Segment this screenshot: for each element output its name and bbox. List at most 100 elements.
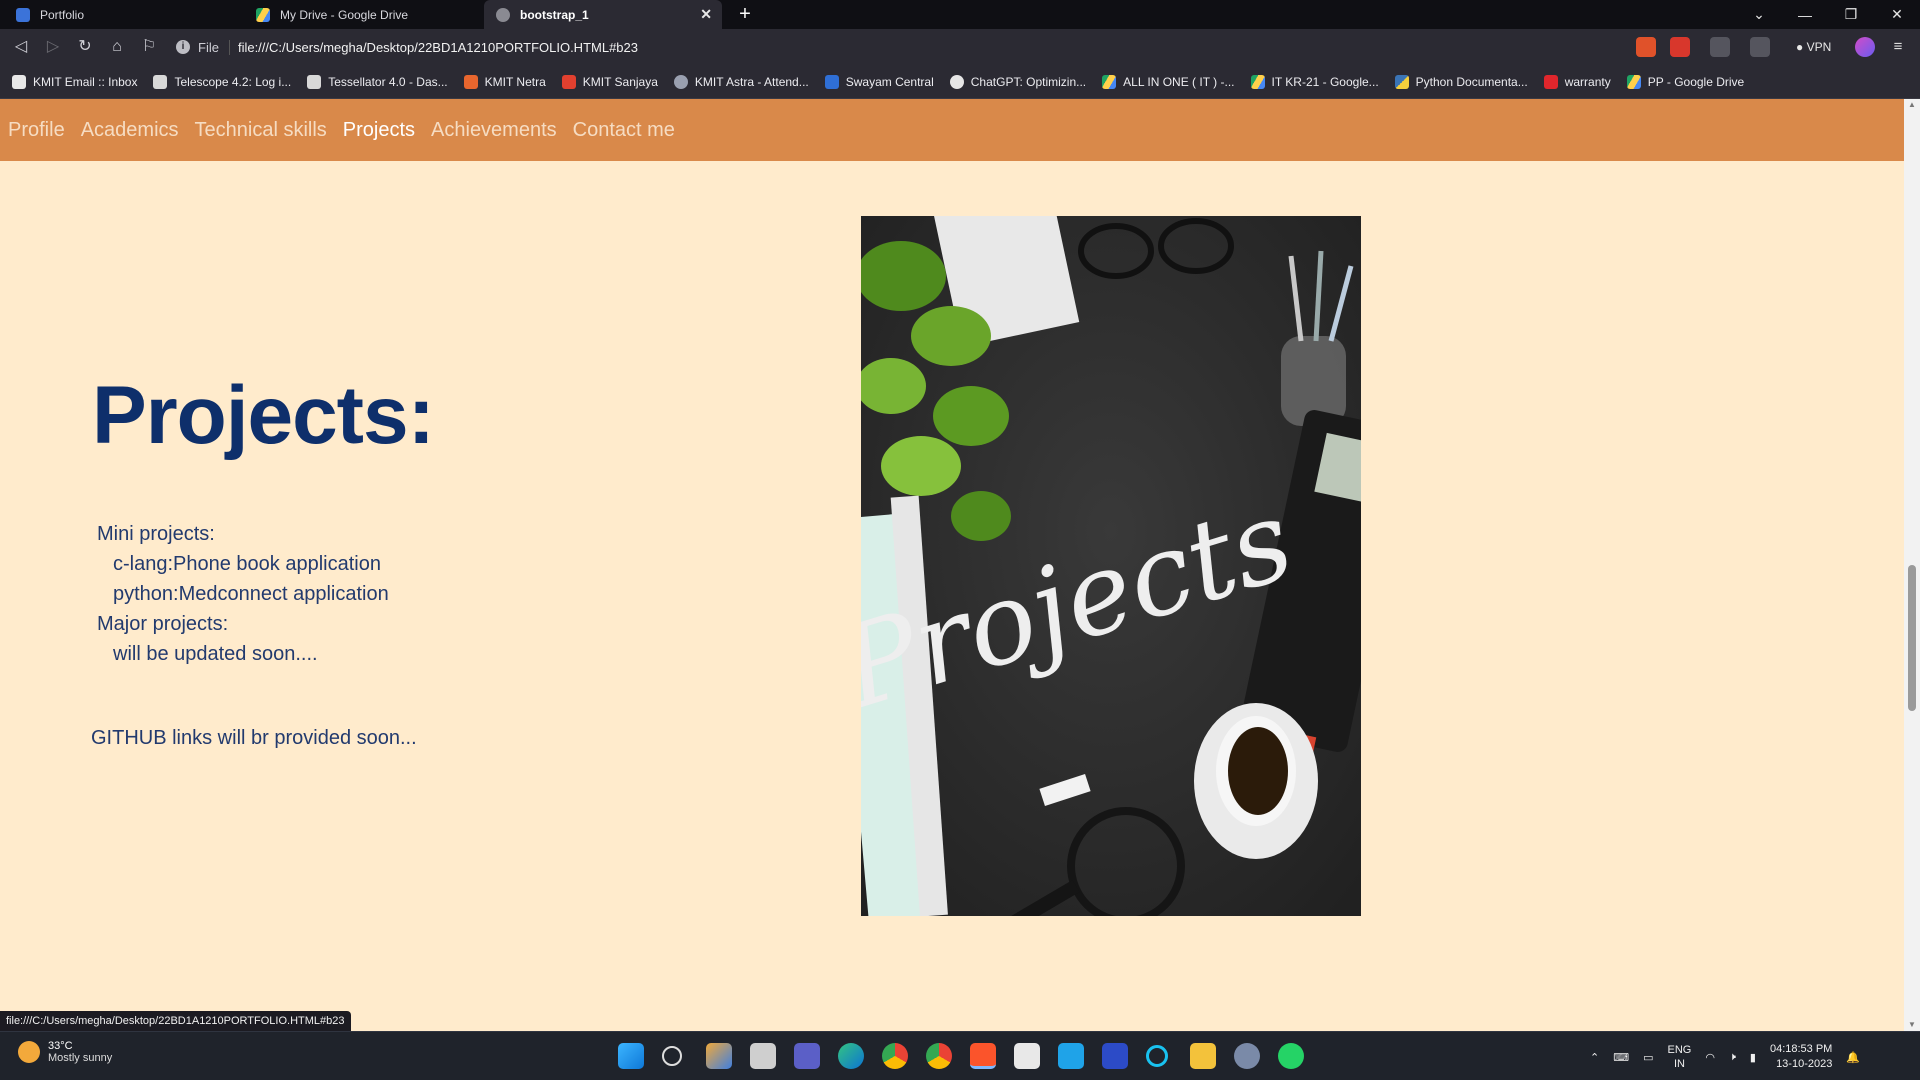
github-note: GITHUB links will br provided soon...: [91, 727, 417, 749]
site-info-icon[interactable]: i: [176, 40, 190, 54]
teams-icon[interactable]: [794, 1043, 820, 1069]
bookmark-item[interactable]: KMIT Astra - Attend...: [673, 74, 809, 89]
back-icon[interactable]: ◁: [10, 36, 32, 58]
bookmark-item[interactable]: warranty: [1543, 74, 1611, 89]
address-bar[interactable]: i File file:///C:/Users/megha/Desktop/22…: [176, 34, 1636, 60]
mini-project-item: python:Medconnect application: [113, 583, 389, 605]
close-tab-icon[interactable]: ✕: [700, 6, 712, 23]
volume-icon[interactable]: 🕨: [1729, 1051, 1736, 1064]
chrome-profile-icon[interactable]: [926, 1043, 952, 1069]
menu-icon[interactable]: ≡: [1888, 37, 1908, 57]
cortana-icon[interactable]: [1146, 1045, 1168, 1067]
browser-toolbar: ◁ ▷ ↻ ⌂ ⚐ i File file:///C:/Users/megha/…: [0, 29, 1920, 65]
bookmark-item[interactable]: KMIT Sanjaya: [561, 74, 658, 89]
task-view-icon[interactable]: [750, 1043, 776, 1069]
tab-search-chevron-icon[interactable]: ⌄: [1736, 0, 1782, 29]
nav-achievements[interactable]: Achievements: [431, 119, 557, 142]
store-icon[interactable]: [1014, 1043, 1040, 1069]
sidebar-toggle-icon[interactable]: [1710, 37, 1730, 57]
nav-technical-skills[interactable]: Technical skills: [195, 119, 327, 142]
brave-icon[interactable]: [970, 1043, 996, 1069]
clock-date: 13-10-2023: [1776, 1058, 1833, 1070]
search-icon[interactable]: [662, 1046, 682, 1066]
bookmark-item[interactable]: ALL IN ONE ( IT ) -...: [1102, 74, 1235, 89]
weather-widget[interactable]: 33°C Mostly sunny: [18, 1040, 112, 1064]
language-indicator[interactable]: ENG IN: [1668, 1043, 1692, 1071]
nav-academics[interactable]: Academics: [81, 119, 179, 142]
home-icon[interactable]: ⌂: [106, 36, 128, 58]
google-drive-icon: [256, 7, 270, 22]
reload-icon[interactable]: ↻: [74, 36, 96, 58]
restore-button[interactable]: ❐: [1828, 0, 1874, 29]
mini-projects-heading: Mini projects:: [97, 523, 215, 545]
weather-condition: Mostly sunny: [48, 1052, 113, 1064]
edge-icon[interactable]: [838, 1043, 864, 1069]
swayam-icon: [824, 74, 839, 89]
scroll-down-arrow-icon[interactable]: ▼: [1904, 1019, 1920, 1031]
nav-projects[interactable]: Projects: [343, 119, 415, 142]
wifi-icon[interactable]: ◠: [1705, 1051, 1715, 1064]
bookmark-icon[interactable]: ⚐: [138, 36, 160, 58]
minimize-button[interactable]: —: [1782, 0, 1828, 29]
clock[interactable]: 04:18:53 PM 13-10-2023: [1770, 1042, 1832, 1072]
bookmark-item[interactable]: KMIT Email :: Inbox: [12, 74, 137, 89]
url-text[interactable]: file:///C:/Users/megha/Desktop/22BD1A121…: [238, 40, 638, 55]
widgets-icon[interactable]: [706, 1043, 732, 1069]
bookmark-label: Tessellator 4.0 - Das...: [328, 74, 448, 89]
projects-chalkboard-image: Projects: [861, 216, 1361, 916]
bookmark-label: warranty: [1564, 74, 1611, 89]
vpn-button[interactable]: ● VPN: [1796, 37, 1831, 57]
warranty-icon: [1543, 74, 1558, 89]
start-windows-icon[interactable]: [618, 1043, 644, 1069]
tessellator-icon: [307, 74, 322, 89]
bookmark-label: Python Documenta...: [1415, 74, 1528, 89]
python-icon: [1394, 74, 1409, 89]
keyboard-icon[interactable]: ⌨: [1613, 1051, 1629, 1064]
whatsapp-icon[interactable]: [1278, 1043, 1304, 1069]
bookmark-label: PP - Google Drive: [1647, 74, 1745, 89]
tab-portfolio[interactable]: Portfolio: [4, 0, 244, 29]
l-app-icon[interactable]: [1058, 1043, 1084, 1069]
chevron-up-icon[interactable]: ⌃: [1590, 1051, 1599, 1064]
wallet-icon[interactable]: [1750, 37, 1770, 57]
brave-rewards-icon[interactable]: [1670, 37, 1690, 57]
weather-temp: 33°C: [48, 1040, 73, 1052]
bookmark-item[interactable]: PP - Google Drive: [1626, 74, 1745, 89]
new-tab-button[interactable]: +: [734, 3, 756, 25]
battery-icon[interactable]: ▮: [1750, 1051, 1756, 1064]
mail-icon: [12, 74, 26, 89]
scrollbar-thumb[interactable]: [1908, 565, 1916, 711]
page-scrollbar[interactable]: ▲ ▼: [1904, 99, 1920, 1031]
nav-profile[interactable]: Profile: [8, 119, 65, 142]
nav-contact-me[interactable]: Contact me: [573, 119, 675, 142]
tab-bootstrap[interactable]: bootstrap_1 ✕: [484, 0, 722, 29]
bookmark-label: Telescope 4.2: Log i...: [174, 74, 292, 89]
bookmark-label: KMIT Astra - Attend...: [694, 74, 809, 89]
bookmark-item[interactable]: ChatGPT: Optimizin...: [949, 74, 1086, 89]
profile-avatar[interactable]: [1855, 37, 1875, 57]
settings-gear-icon[interactable]: [1234, 1043, 1260, 1069]
windows-taskbar: 33°C Mostly sunny ⌃ ⌨ ▭ ENG IN ◠ 🕨 ▮ 04:…: [0, 1031, 1920, 1080]
scroll-up-arrow-icon[interactable]: ▲: [1904, 99, 1920, 111]
vscode-icon[interactable]: [1102, 1043, 1128, 1069]
bookmark-item[interactable]: Python Documenta...: [1394, 74, 1528, 89]
bookmark-item[interactable]: IT KR-21 - Google...: [1250, 74, 1379, 89]
chrome-icon[interactable]: [882, 1043, 908, 1069]
notification-bell-icon[interactable]: 🔔: [1846, 1051, 1860, 1064]
major-projects-heading: Major projects:: [97, 613, 229, 635]
forward-icon[interactable]: ▷: [42, 36, 64, 58]
browser-tab-strip: Portfolio My Drive - Google Drive bootst…: [0, 0, 1920, 29]
chatgpt-icon: [949, 74, 964, 89]
coffee-cup-icon: [1194, 703, 1318, 859]
display-icon[interactable]: ▭: [1643, 1051, 1653, 1064]
bookmark-item[interactable]: Swayam Central: [824, 74, 934, 89]
language-code: ENG: [1667, 1044, 1692, 1056]
bookmark-item[interactable]: KMIT Netra: [463, 74, 546, 89]
bookmark-item[interactable]: Telescope 4.2: Log i...: [153, 74, 292, 89]
bookmark-item[interactable]: Tessellator 4.0 - Das...: [307, 74, 448, 89]
brave-shields-icon[interactable]: [1636, 37, 1656, 57]
major-project-item: will be updated soon....: [113, 643, 318, 665]
tab-google-drive[interactable]: My Drive - Google Drive: [244, 0, 484, 29]
close-window-button[interactable]: ✕: [1874, 0, 1920, 29]
file-explorer-icon[interactable]: [1190, 1043, 1216, 1069]
